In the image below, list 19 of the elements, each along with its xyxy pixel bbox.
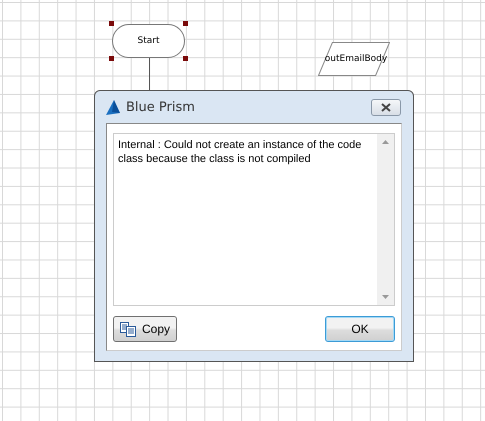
app-logo-icon — [106, 100, 120, 114]
copy-icon — [120, 322, 136, 336]
copy-button[interactable]: Copy — [113, 316, 178, 342]
scroll-up-icon[interactable] — [382, 140, 389, 144]
selection-handle[interactable] — [109, 56, 114, 61]
error-message: Internal : Could not create an instance of the code class because the class is not compiled — [117, 138, 362, 167]
scrollbar[interactable] — [377, 134, 394, 305]
ok-button[interactable]: OK — [325, 316, 395, 342]
window-title: Blue Prism — [126, 100, 196, 114]
message-box[interactable]: Internal : Could not create an instance of the code class because the class is not compiled — [113, 133, 395, 306]
selection-handle[interactable] — [183, 21, 188, 26]
data-shape — [318, 42, 390, 76]
selection-handle[interactable] — [109, 21, 114, 26]
scroll-down-icon[interactable] — [382, 295, 389, 299]
node-label: outEmailBody — [324, 54, 388, 64]
close-button[interactable] — [371, 98, 401, 116]
close-icon — [381, 102, 391, 112]
start-node: Start — [112, 24, 185, 58]
selection-handle[interactable] — [183, 56, 188, 61]
